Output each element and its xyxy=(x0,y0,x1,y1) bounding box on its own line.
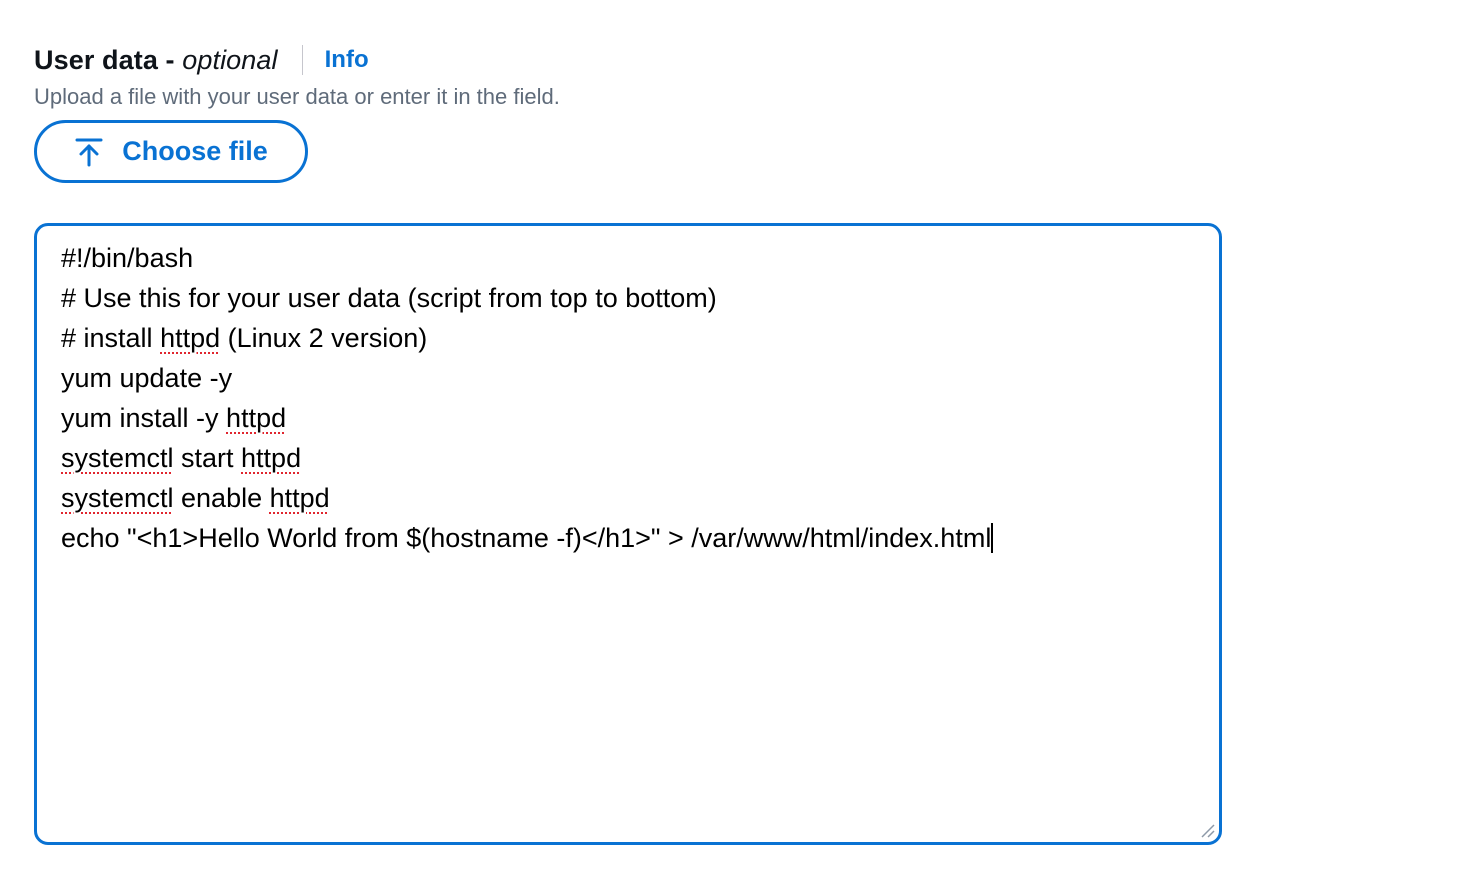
text-caret xyxy=(991,523,994,553)
spellcheck-word: systemctl xyxy=(61,443,174,473)
user-data-field: User data - optional Info Upload a file … xyxy=(34,40,1434,845)
code-line: systemctl enable httpd xyxy=(61,478,1195,518)
spellcheck-word: httpd xyxy=(160,323,221,353)
code-text: yum install -y xyxy=(61,403,227,433)
code-line: yum update -y xyxy=(61,363,233,393)
code-text: # install xyxy=(61,323,161,353)
spellcheck-word: systemctl xyxy=(61,483,174,513)
field-description: Upload a file with your user data or ent… xyxy=(34,84,560,109)
divider xyxy=(301,45,303,75)
choose-file-button[interactable]: Choose file xyxy=(34,120,308,183)
code-line: echo "<h1>Hello World from $(hostname -f… xyxy=(61,518,1195,558)
code-line: systemctl start httpd xyxy=(61,438,1195,478)
field-label-optional: optional xyxy=(182,44,278,75)
field-label-main: User data - xyxy=(34,44,183,75)
spellcheck-word: httpd xyxy=(241,443,302,473)
spellcheck-word: httpd xyxy=(269,483,330,513)
field-label: User data - optional xyxy=(34,45,278,76)
choose-file-label: Choose file xyxy=(122,136,268,166)
code-text: (Linux 2 version) xyxy=(220,323,428,353)
code-text: enable xyxy=(173,483,270,513)
resize-handle-icon[interactable] xyxy=(1199,822,1215,838)
code-line: yum install -y httpd xyxy=(61,398,1195,438)
info-link[interactable]: Info xyxy=(325,46,369,74)
field-header: User data - optional Info xyxy=(34,40,1434,80)
user-data-textarea[interactable]: #!/bin/bash # Use this for your user dat… xyxy=(34,223,1222,845)
code-line: #!/bin/bash xyxy=(61,243,194,273)
code-line: # Use this for your user data (script fr… xyxy=(61,283,717,313)
code-line: # install httpd (Linux 2 version) xyxy=(61,318,1195,358)
upload-icon xyxy=(74,137,104,167)
code-text: echo "<h1>Hello World from $(hostname -f… xyxy=(61,523,992,553)
code-text: start xyxy=(173,443,242,473)
spellcheck-word: httpd xyxy=(226,403,287,433)
